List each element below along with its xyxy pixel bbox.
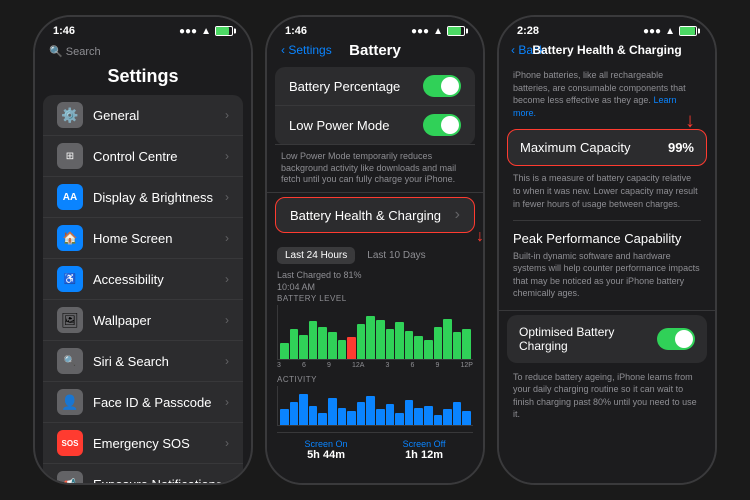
settings-item-display[interactable]: AA Display & Brightness › (43, 177, 243, 218)
signal-icon-3: ●●● (643, 26, 661, 37)
settings-item-wallpaper[interactable]: 🖼 Wallpaper › (43, 300, 243, 341)
settings-title: Settings (107, 66, 178, 86)
activity-title: ACTIVITY (277, 375, 473, 384)
low-power-toggle[interactable] (423, 114, 461, 136)
optimised-toggle[interactable] (657, 328, 695, 350)
time-1: 1:46 (53, 25, 75, 37)
settings-item-emergency[interactable]: SOS Emergency SOS › (43, 423, 243, 464)
wifi-icon: ▲ (201, 26, 211, 37)
activity-bar-chart (277, 386, 473, 426)
capacity-description: This is a measure of battery capacity re… (499, 166, 715, 220)
battery-health-row[interactable]: Battery Health & Charging › (276, 198, 474, 232)
settings-list: ⚙️ General › ⊞ Control Centre › AA Displ… (35, 93, 251, 483)
screen-off-label: Screen Off (403, 439, 446, 449)
signal-icon: ●●● (179, 26, 197, 37)
chevron-icon: › (225, 190, 229, 204)
phone-settings: 1:46 ●●● ▲ 🔍 Search Settings ⚙️ General … (33, 15, 253, 485)
chevron-icon: › (225, 477, 229, 483)
chevron-icon: › (225, 272, 229, 286)
battery-bar-chart (277, 305, 473, 360)
settings-item-siri[interactable]: 🔍 Siri & Search › (43, 341, 243, 382)
phone-battery: 1:46 ●●● ▲ ‹ Settings Battery Battery Pe… (265, 15, 485, 485)
chart-x-labels: 3 6 9 12A 3 6 9 12P (277, 362, 473, 369)
settings-item-control[interactable]: ⊞ Control Centre › (43, 136, 243, 177)
settings-item-home[interactable]: 🏠 Home Screen › (43, 218, 243, 259)
wifi-icon-3: ▲ (665, 26, 675, 37)
time-3: 2:28 (517, 25, 539, 37)
peak-performance-section: Peak Performance Capability Built-in dyn… (499, 221, 715, 306)
health-top-note: iPhone batteries, like all rechargeable … (499, 63, 715, 129)
chevron-icon: › (225, 354, 229, 368)
battery-screen-title: Battery (349, 42, 401, 59)
chevron-icon: › (225, 108, 229, 122)
wifi-icon-2: ▲ (433, 26, 443, 37)
last-charged-label: Last Charged to 81% (277, 270, 473, 280)
screen-stats: Screen On 5h 44m Screen Off 1h 12m (277, 432, 473, 461)
screen-off-value: 1h 12m (403, 449, 446, 461)
optimised-description: To reduce battery ageing, iPhone learns … (499, 367, 715, 429)
max-capacity-section: Maximum Capacity 99% (507, 129, 707, 166)
battery-percentage-row: Battery Percentage (275, 67, 475, 106)
health-content: iPhone batteries, like all rechargeable … (499, 63, 715, 483)
settings-item-general[interactable]: ⚙️ General › (43, 95, 243, 136)
chart-tabs: Last 24 Hours Last 10 Days (277, 247, 473, 264)
peak-performance-desc: Built-in dynamic software and hardware s… (513, 250, 701, 300)
phone-health: 2:28 ●●● ▲ ‹ Back Battery Health & Charg… (497, 15, 717, 485)
tab-24h[interactable]: Last 24 Hours (277, 247, 355, 264)
chevron-icon: › (225, 231, 229, 245)
optimised-row: Optimised Battery Charging (507, 315, 707, 363)
time-2: 1:46 (285, 25, 307, 37)
last-charged-time: 10:04 AM (277, 282, 473, 292)
max-capacity-row: Maximum Capacity 99% (508, 130, 706, 165)
chevron-icon: › (225, 313, 229, 327)
back-button-2[interactable]: ‹ Settings (281, 43, 332, 57)
max-capacity-value: 99% (668, 140, 694, 155)
max-capacity-label: Maximum Capacity (520, 140, 631, 155)
battery-content: Battery Percentage Low Power Mode Low Po… (267, 63, 483, 483)
health-note-text: iPhone batteries, like all rechargeable … (513, 69, 701, 119)
battery-percentage-toggle[interactable] (423, 75, 461, 97)
status-bar-2: 1:46 ●●● ▲ (267, 17, 483, 41)
signal-icon-2: ●●● (411, 26, 429, 37)
search-bar[interactable]: 🔍 Search (49, 45, 237, 58)
screen-on-value: 5h 44m (305, 449, 348, 461)
settings-item-faceid[interactable]: 👤 Face ID & Passcode › (43, 382, 243, 423)
chevron-icon: › (225, 395, 229, 409)
divider-2 (499, 310, 715, 311)
low-power-note: Low Power Mode temporarily reduces backg… (267, 145, 483, 193)
status-bar-1: 1:46 ●●● ▲ (35, 17, 251, 41)
status-bar-3: 2:28 ●●● ▲ (499, 17, 715, 41)
low-power-row: Low Power Mode (275, 106, 475, 145)
chevron-icon: › (225, 436, 229, 450)
arrow-health: ↓ (476, 228, 483, 246)
chevron-health: › (455, 206, 460, 224)
optimised-label: Optimised Battery Charging (519, 325, 647, 353)
peak-performance-title: Peak Performance Capability (513, 231, 701, 246)
chevron-icon: › (225, 149, 229, 163)
settings-item-exposure[interactable]: 📢 Exposure Notifications › (43, 464, 243, 483)
screen-on-label: Screen On (305, 439, 348, 449)
search-icon: 🔍 (49, 46, 63, 58)
health-screen-title: Battery Health & Charging (532, 43, 681, 57)
battery-chart: Last 24 Hours Last 10 Days Last Charged … (267, 241, 483, 467)
settings-item-accessibility[interactable]: ♿ Accessibility › (43, 259, 243, 300)
optimised-section: Optimised Battery Charging (507, 315, 707, 363)
battery-level-title: BATTERY LEVEL (277, 294, 473, 303)
tab-10d[interactable]: Last 10 Days (359, 247, 433, 264)
arrow-capacity: ↑ (685, 110, 695, 133)
